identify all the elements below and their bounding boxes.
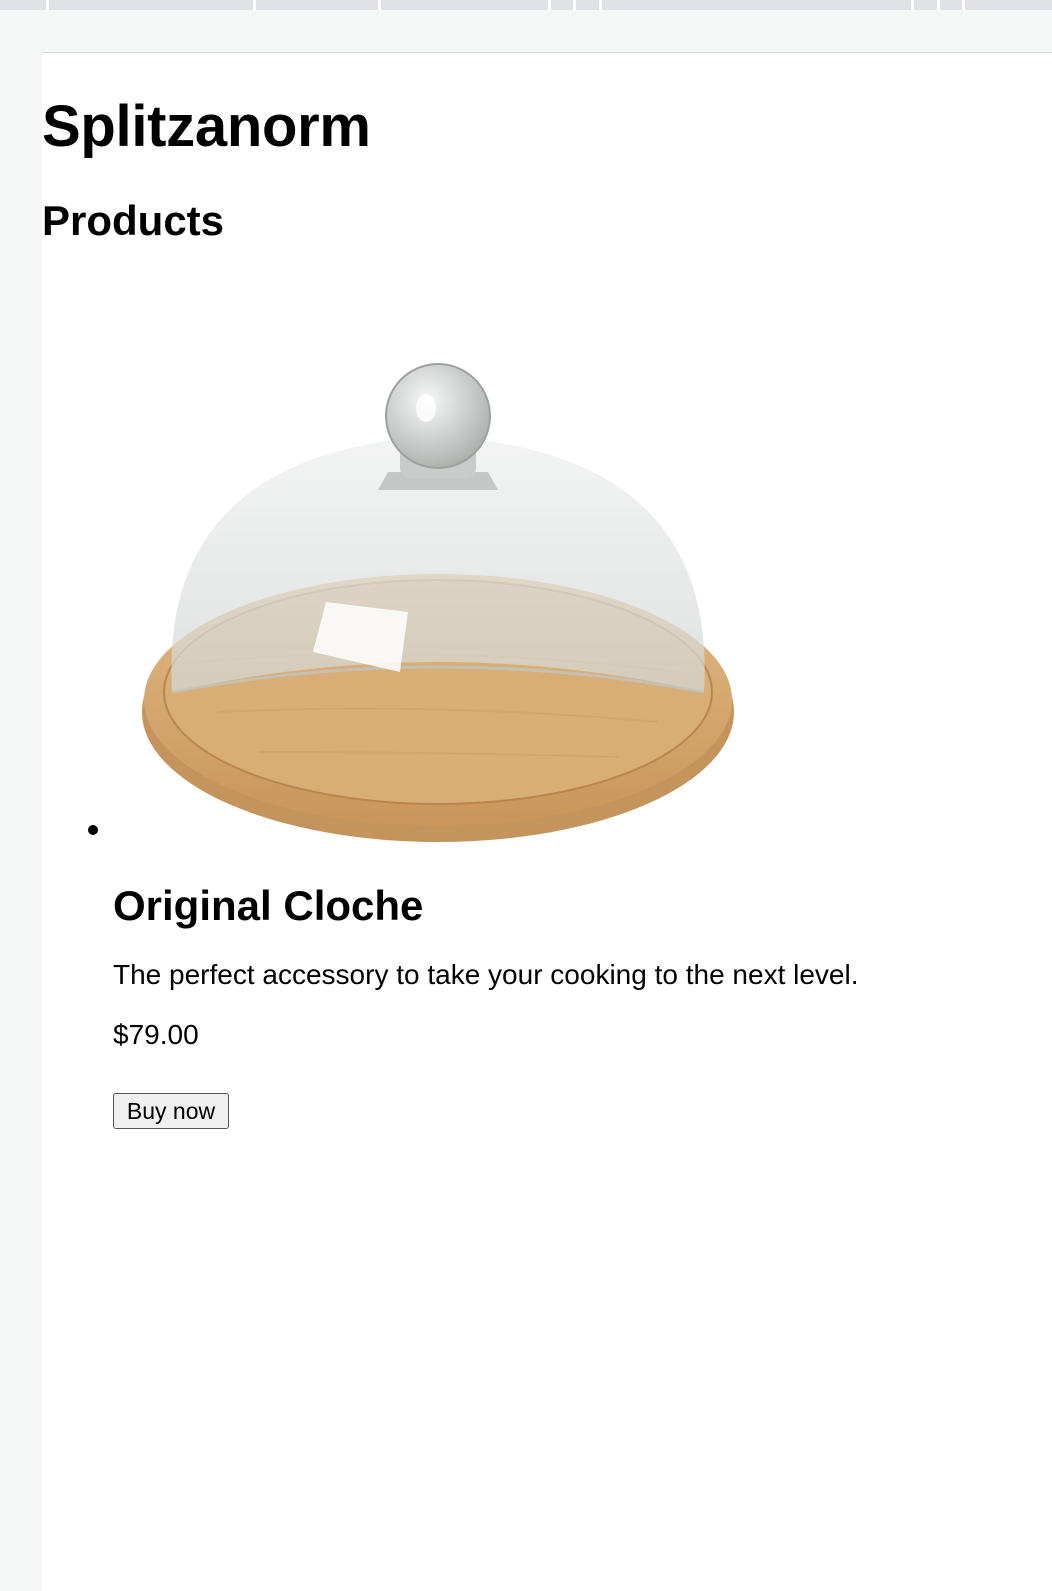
tab-separator — [46, 0, 49, 10]
buy-now-button[interactable]: Buy now — [113, 1093, 229, 1129]
tab-separator — [599, 0, 602, 10]
tab-separator — [911, 0, 914, 10]
tab-separator — [378, 0, 381, 10]
list-bullet — [88, 825, 98, 835]
browser-tab-strip — [0, 0, 1052, 10]
product-description: The perfect accessory to take your cooki… — [113, 959, 859, 990]
tab-separator — [548, 0, 551, 10]
tab-separator — [937, 0, 940, 10]
page-viewport: Splitzanorm Products Original Cloche The… — [42, 52, 1052, 1591]
tab-separator — [962, 0, 965, 10]
product-price: $79.00 — [113, 1019, 199, 1050]
tab-separator — [253, 0, 256, 10]
products-heading: Products — [42, 197, 225, 244]
product-image-cloche — [142, 363, 734, 842]
tab-separator — [573, 0, 576, 10]
site-title: Splitzanorm — [42, 94, 371, 159]
product-name: Original Cloche — [113, 882, 424, 929]
